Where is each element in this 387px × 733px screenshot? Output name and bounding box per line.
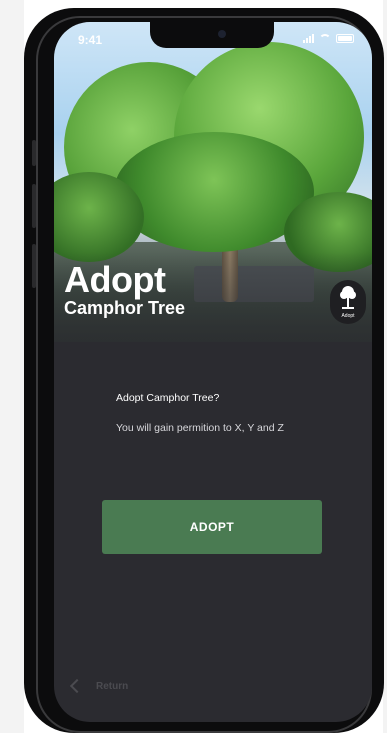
- status-bar: 9:41: [54, 22, 372, 56]
- volume-button-down: [32, 184, 36, 228]
- chevron-left-icon: [69, 678, 85, 694]
- adopt-button[interactable]: ADOPT: [102, 500, 322, 554]
- volume-button-up: [32, 140, 36, 166]
- confirm-description: You will gain permition to X, Y and Z: [116, 422, 284, 434]
- wifi-icon: [319, 34, 331, 42]
- front-camera: [218, 30, 226, 38]
- hero-image: Adopt Camphor Tree Adopt: [54, 22, 372, 342]
- battery-icon: [336, 33, 354, 43]
- hero-subtitle: Camphor Tree: [64, 298, 186, 318]
- badge-label: Adopt: [341, 313, 355, 319]
- tree-logo-icon: [340, 286, 356, 309]
- status-time: 9:41: [78, 33, 103, 47]
- volume-button-low: [32, 244, 36, 288]
- phone-screen: Adopt Camphor Tree Adopt 9:41 Adopt Camp…: [54, 22, 372, 722]
- return-label: Return: [96, 680, 129, 692]
- notch: [150, 22, 274, 48]
- signal-icon: [303, 33, 314, 43]
- return-button[interactable]: Return: [69, 676, 129, 696]
- hero-title: Adopt: [64, 259, 166, 300]
- adopt-badge: Adopt: [330, 280, 366, 324]
- left-canvas-strip: [0, 0, 24, 733]
- status-icons: [303, 32, 354, 44]
- confirm-question: Adopt Camphor Tree?: [116, 392, 220, 404]
